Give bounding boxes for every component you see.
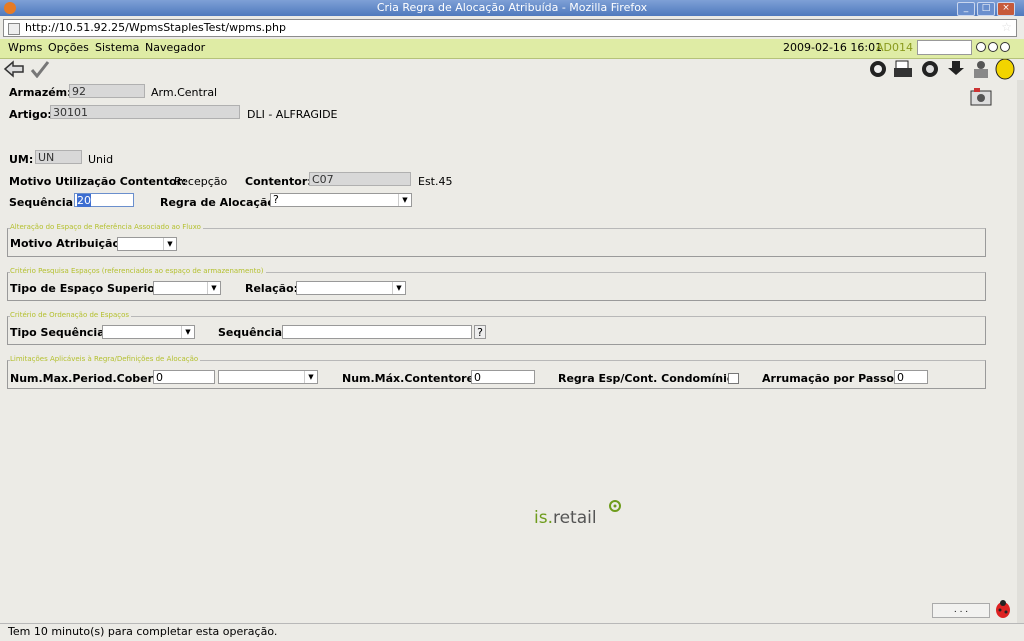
section-legend: Critério de Ordenação de Espaços (10, 311, 132, 319)
chevron-down-icon: ▼ (392, 282, 405, 294)
bookmark-star-icon[interactable]: ☆ (1001, 20, 1012, 34)
status-text: Tem 10 minuto(s) para completar esta ope… (8, 625, 278, 638)
close-button[interactable]: × (997, 2, 1015, 16)
menu-sistema[interactable]: Sistema (95, 41, 139, 54)
regra-condominio-label: Regra Esp/Cont. Condomínio: (558, 372, 739, 385)
motivo-atribuicao-label: Motivo Atribuição: (10, 237, 125, 250)
menu-input[interactable] (917, 40, 972, 55)
section-limitacoes: Limitações Aplicáveis à Regra/Definições… (7, 355, 986, 389)
print-icon[interactable] (893, 59, 915, 79)
tipo-espaco-label: Tipo de Espaço Superior: (10, 282, 165, 295)
window-title: Cria Regra de Alocação Atribuída - Mozil… (376, 1, 648, 14)
um-label: UM: (9, 153, 34, 166)
motivo-value: Recepção (174, 175, 228, 188)
bug-report-icon[interactable] (991, 598, 1015, 620)
sequencia2-label: Sequência: (218, 326, 287, 339)
chevron-down-icon: ▼ (304, 371, 317, 383)
regra-value: ? (273, 193, 279, 206)
max-contentores-label: Num.Máx.Contentores: (342, 372, 485, 385)
chevron-down-icon: ▼ (207, 282, 220, 294)
sequencia-help-button[interactable]: ? (474, 325, 486, 339)
armazem-input[interactable]: 92 (69, 84, 145, 98)
chevron-down-icon: ▼ (181, 326, 194, 338)
menu-bar: Wpms Opções Sistema Navegador 2009-02-16… (0, 39, 1024, 59)
help-lifebuoy-icon[interactable] (920, 59, 940, 79)
period-label: Num.Max.Period.Cobert.: (10, 372, 167, 385)
camera-icon[interactable] (970, 87, 992, 107)
sequencia-input[interactable]: 20 (74, 193, 134, 207)
section-criterio-ordenacao: Critério de Ordenação de Espaços Tipo Se… (7, 311, 986, 345)
contentor-input[interactable]: C07 (309, 172, 411, 186)
tipo-sequencia-label: Tipo Sequência: (10, 326, 110, 339)
status-bar: Tem 10 minuto(s) para completar esta ope… (0, 623, 1024, 641)
sequencia-value: 20 (77, 194, 91, 207)
armazem-desc: Arm.Central (151, 86, 218, 99)
max-contentores-input[interactable]: 0 (471, 370, 535, 384)
arrumacao-label: Arrumação por Passos: (762, 372, 905, 385)
section-legend: Critério Pesquisa Espaços (referenciados… (10, 267, 266, 275)
menu-opcoes[interactable]: Opções (48, 41, 89, 54)
page-icon (8, 23, 20, 35)
sequencia2-input[interactable] (282, 325, 472, 339)
regra-label: Regra de Alocação: (160, 196, 280, 209)
tipo-sequencia-select[interactable]: ▼ (102, 325, 195, 339)
motivo-atribuicao-select[interactable]: ▼ (117, 237, 177, 251)
contentor-desc: Est.45 (418, 175, 453, 188)
url-text: http://10.51.92.25/WpmsStaplesTest/wpms.… (25, 21, 286, 34)
exit-light-icon[interactable] (994, 59, 1016, 81)
period-unit-select[interactable]: ▼ (218, 370, 318, 384)
tipo-espaco-select[interactable]: ▼ (153, 281, 221, 295)
section-legend: Alteração do Espaço de Referência Associ… (10, 223, 203, 231)
isretail-logo: is.retail (534, 508, 597, 528)
status-dot-icon[interactable] (988, 42, 998, 52)
motivo-label: Motivo Utilização Contentor: (9, 175, 187, 188)
menu-wpms[interactable]: Wpms (8, 41, 42, 54)
arrumacao-input[interactable]: 0 (894, 370, 928, 384)
status-dot-icon[interactable] (976, 42, 986, 52)
um-desc: Unid (88, 153, 114, 166)
user-code: AD014 (876, 41, 913, 54)
artigo-label: Artigo: (9, 108, 52, 121)
back-arrow-icon[interactable] (3, 60, 25, 78)
relacao-label: Relação: (245, 282, 299, 295)
sequencia-label: Sequência: (9, 196, 78, 209)
section-criterio-pesquisa: Critério Pesquisa Espaços (referenciados… (7, 267, 986, 301)
scrollbar[interactable] (1017, 80, 1024, 623)
menu-navegador[interactable]: Navegador (145, 41, 205, 54)
refresh-icon[interactable] (868, 59, 888, 79)
section-alteracao: Alteração do Espaço de Referência Associ… (7, 223, 986, 257)
logo-circle-icon (609, 500, 621, 512)
maximize-button[interactable]: □ (977, 2, 995, 16)
status-dot-icon[interactable] (1000, 42, 1010, 52)
chevron-down-icon: ▼ (398, 194, 411, 206)
section-legend: Limitações Aplicáveis à Regra/Definições… (10, 355, 201, 363)
chevron-down-icon: ▼ (163, 238, 176, 250)
relacao-select[interactable]: ▼ (296, 281, 406, 295)
user-icon[interactable] (971, 59, 991, 79)
artigo-input[interactable]: 30101 (50, 105, 240, 119)
confirm-check-icon[interactable] (30, 60, 50, 78)
download-icon[interactable] (946, 59, 966, 79)
more-options-button[interactable]: . . . (932, 603, 990, 618)
period-input[interactable]: 0 (153, 370, 215, 384)
regra-select[interactable]: ? ▼ (270, 193, 412, 207)
regra-condominio-checkbox[interactable] (728, 373, 739, 384)
armazem-label: Armazém: (9, 86, 72, 99)
url-field[interactable]: http://10.51.92.25/WpmsStaplesTest/wpms.… (3, 19, 1017, 37)
url-bar: http://10.51.92.25/WpmsStaplesTest/wpms.… (0, 16, 1024, 40)
artigo-desc: DLI - ALFRAGIDE (247, 108, 338, 121)
um-input[interactable]: UN (35, 150, 82, 164)
minimize-button[interactable]: _ (957, 2, 975, 16)
window-titlebar: Cria Regra de Alocação Atribuída - Mozil… (0, 0, 1024, 16)
contentor-label: Contentor: (245, 175, 312, 188)
datetime: 2009-02-16 16:01 (783, 41, 883, 54)
toolbar (0, 59, 1024, 80)
